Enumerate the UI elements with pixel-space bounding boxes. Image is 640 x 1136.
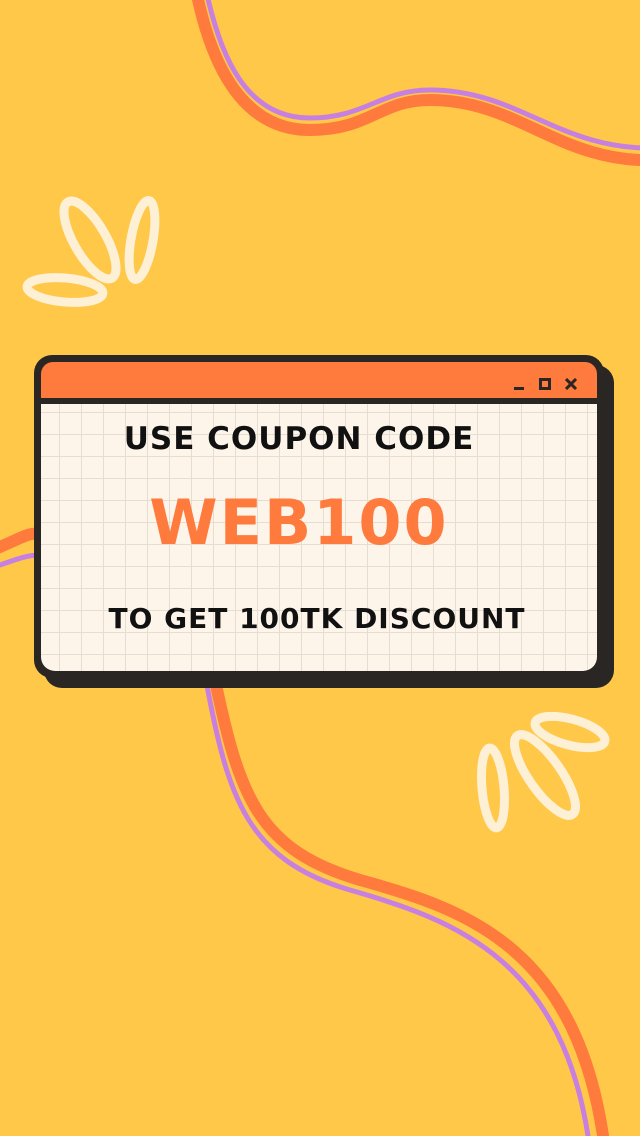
sparkle-bottom-right bbox=[477, 711, 610, 833]
sparkle-top-left bbox=[22, 196, 160, 307]
close-icon[interactable] bbox=[565, 378, 577, 390]
discount-text: TO GET 100TK DISCOUNT bbox=[108, 602, 526, 635]
minimize-icon[interactable] bbox=[513, 378, 525, 390]
maximize-icon[interactable] bbox=[539, 378, 551, 390]
window-body: USE COUPON CODE WEB100 TO GET 100TK DISC… bbox=[41, 404, 597, 671]
coupon-window: USE COUPON CODE WEB100 TO GET 100TK DISC… bbox=[34, 355, 604, 678]
coupon-instruction: USE COUPON CODE bbox=[123, 421, 475, 457]
title-bar bbox=[41, 362, 597, 398]
coupon-code: WEB100 bbox=[149, 486, 449, 559]
